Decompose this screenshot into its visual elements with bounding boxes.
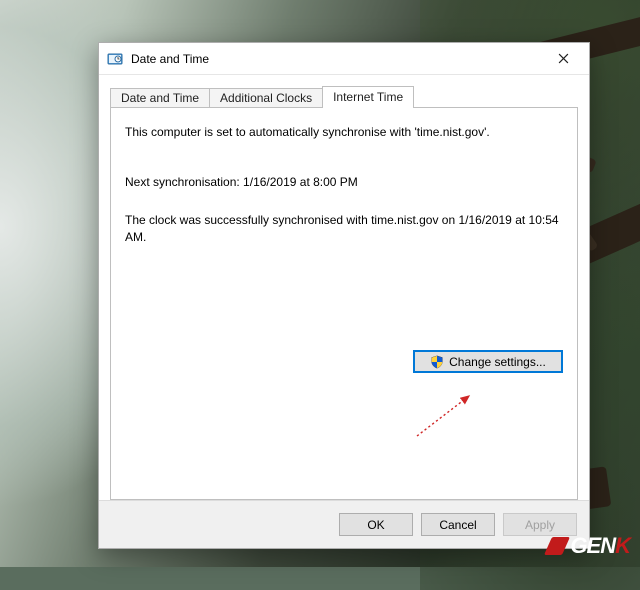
dialog-content: Date and Time Additional Clocks Internet… [99, 75, 589, 500]
tab-date-and-time[interactable]: Date and Time [110, 88, 210, 108]
annotation-arrow-icon [411, 390, 481, 440]
titlebar: Date and Time [99, 43, 589, 75]
tab-internet-time[interactable]: Internet Time [322, 86, 414, 108]
change-settings-button[interactable]: Change settings... [413, 350, 563, 373]
close-button[interactable] [543, 45, 583, 73]
uac-shield-icon [430, 355, 444, 369]
ok-button[interactable]: OK [339, 513, 413, 536]
internet-time-panel: This computer is set to automatically sy… [110, 107, 578, 500]
tab-strip: Date and Time Additional Clocks Internet… [110, 85, 578, 107]
date-and-time-dialog: Date and Time Date and Time Additional C… [98, 42, 590, 549]
apply-button: Apply [503, 513, 577, 536]
cancel-button[interactable]: Cancel [421, 513, 495, 536]
clock-icon [107, 51, 123, 67]
change-settings-label: Change settings... [449, 355, 546, 369]
sync-server-text: This computer is set to automatically sy… [125, 124, 563, 140]
close-icon [558, 53, 569, 64]
next-sync-text: Next synchronisation: 1/16/2019 at 8:00 … [125, 174, 563, 190]
window-title: Date and Time [131, 52, 543, 66]
last-sync-status-text: The clock was successfully synchronised … [125, 212, 563, 244]
dialog-button-bar: OK Cancel Apply [99, 500, 589, 548]
tab-additional-clocks[interactable]: Additional Clocks [209, 88, 323, 108]
